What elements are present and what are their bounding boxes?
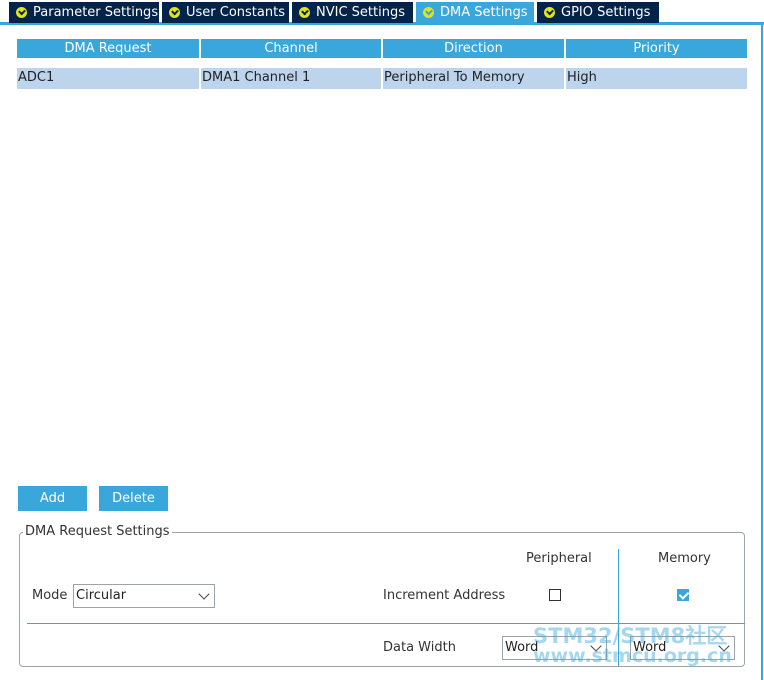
add-button[interactable]: Add <box>18 486 87 511</box>
tab-user-constants[interactable]: User Constants <box>162 2 289 23</box>
tab-label: DMA Settings <box>440 5 528 20</box>
check-circle-icon <box>169 7 180 18</box>
peripheral-header: Peripheral <box>526 551 592 566</box>
memory-data-width-value: Word <box>633 640 667 655</box>
chevron-down-icon <box>718 640 730 652</box>
tab-dma-settings[interactable]: DMA Settings <box>416 2 534 23</box>
peripheral-data-width-value: Word <box>505 640 539 655</box>
check-circle-icon <box>544 7 555 18</box>
column-header-direction[interactable]: Direction <box>383 39 564 58</box>
peripheral-data-width-select[interactable]: Word <box>502 636 607 660</box>
chevron-down-icon <box>590 640 602 652</box>
mode-label: Mode <box>32 588 68 603</box>
row-divider <box>27 623 745 624</box>
cell-direction: Peripheral To Memory <box>383 68 566 89</box>
tab-label: Parameter Settings <box>33 5 159 20</box>
panel-border <box>761 25 763 680</box>
dma-table-header: DMA Request Channel Direction Priority <box>17 39 747 58</box>
column-header-dma-request[interactable]: DMA Request <box>17 39 199 58</box>
memory-data-width-select[interactable]: Word <box>630 636 735 660</box>
cell-dma-request: ADC1 <box>17 68 201 89</box>
tab-gpio-settings[interactable]: GPIO Settings <box>537 2 659 23</box>
tab-parameter-settings[interactable]: Parameter Settings <box>9 2 159 23</box>
cell-channel: DMA1 Channel 1 <box>201 68 383 89</box>
data-width-label: Data Width <box>383 640 456 655</box>
peripheral-increment-checkbox[interactable] <box>549 589 561 601</box>
column-divider <box>618 549 619 666</box>
column-header-channel[interactable]: Channel <box>201 39 381 58</box>
chevron-down-icon <box>198 588 210 600</box>
check-circle-icon <box>299 7 310 18</box>
tab-label: NVIC Settings <box>316 5 405 20</box>
cell-priority: High <box>567 70 597 85</box>
increment-address-label: Increment Address <box>383 588 506 603</box>
check-circle-icon <box>16 7 27 18</box>
delete-button[interactable]: Delete <box>99 486 168 511</box>
memory-header: Memory <box>658 551 711 566</box>
tab-bar: Parameter Settings User Constants NVIC S… <box>0 0 764 25</box>
mode-select[interactable]: Circular <box>73 584 215 608</box>
memory-increment-checkbox[interactable] <box>677 589 689 601</box>
mode-value: Circular <box>76 588 127 603</box>
tab-nvic-settings[interactable]: NVIC Settings <box>292 2 413 23</box>
check-circle-icon <box>423 7 434 18</box>
group-title: DMA Request Settings <box>23 524 172 539</box>
column-header-priority[interactable]: Priority <box>566 39 747 58</box>
table-row[interactable]: ADC1 DMA1 Channel 1 Peripheral To Memory… <box>17 68 747 89</box>
tab-label: User Constants <box>186 5 285 20</box>
tab-label: GPIO Settings <box>561 5 651 20</box>
